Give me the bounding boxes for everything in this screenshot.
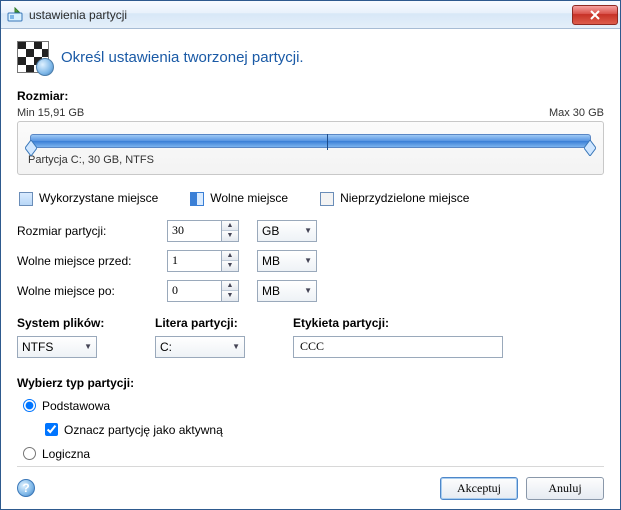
slider-track[interactable] [30,134,591,148]
spin-up-icon[interactable]: ▲ [222,281,238,292]
radio-logical[interactable] [23,447,36,460]
partition-size-input[interactable] [167,220,221,242]
dialog-content: Określ ustawienia tworzonej partycji. Ro… [1,29,620,509]
volume-label-input[interactable] [293,336,503,358]
chevron-down-icon: ▼ [304,286,312,295]
slider-thumb-right[interactable] [584,140,596,156]
checkbox-active-label: Oznacz partycję jako aktywną [64,423,223,437]
radio-primary[interactable] [23,399,36,412]
size-max-label: Max 30 GB [549,107,604,119]
free-before-label: Wolne miejsce przed: [17,254,167,268]
free-before-spinner[interactable]: ▲▼ [167,250,257,272]
help-icon[interactable]: ? [17,479,35,497]
legend-unallocated: Nieprzydzielone miejsce [320,191,469,206]
accept-button[interactable]: Akceptuj [440,477,518,500]
partition-size-label: Rozmiar partycji: [17,224,167,238]
partition-size-unit[interactable]: GB▼ [257,220,317,242]
window-title: ustawienia partycji [29,8,572,22]
filesystem-combo[interactable]: NTFS▼ [17,336,97,358]
spin-down-icon[interactable]: ▼ [222,231,238,241]
chevron-down-icon: ▼ [304,226,312,235]
chevron-down-icon: ▼ [232,342,240,351]
legend-free: Wolne miejsce [190,191,288,206]
spin-up-icon[interactable]: ▲ [222,221,238,232]
wizard-icon [17,41,49,73]
partition-type-label: Wybierz typ partycji: [17,376,604,390]
slider-thumb-left[interactable] [25,140,37,156]
free-before-unit[interactable]: MB▼ [257,250,317,272]
spin-down-icon[interactable]: ▼ [222,261,238,271]
swatch-unallocated-icon [320,192,334,206]
spin-down-icon[interactable]: ▼ [222,291,238,301]
titlebar[interactable]: ustawienia partycji [1,1,620,29]
chevron-down-icon: ▼ [84,342,92,351]
app-icon [7,7,23,23]
free-after-spinner[interactable]: ▲▼ [167,280,257,302]
close-button[interactable] [572,5,618,25]
size-label: Rozmiar: [17,89,604,103]
free-before-input[interactable] [167,250,221,272]
drive-letter-combo[interactable]: C:▼ [155,336,245,358]
partition-size-spinner[interactable]: ▲▼ [167,220,257,242]
close-icon [590,10,600,20]
radio-primary-label: Podstawowa [42,399,110,413]
free-after-input[interactable] [167,280,221,302]
cancel-button[interactable]: Anuluj [526,477,604,500]
dialog-window: ustawienia partycji Określ ustawienia tw… [0,0,621,510]
free-after-unit[interactable]: MB▼ [257,280,317,302]
page-heading: Określ ustawienia tworzonej partycji. [61,49,304,66]
swatch-free-icon [190,192,204,206]
partition-caption: Partycja C:, 30 GB, NTFS [28,154,593,166]
legend-used: Wykorzystane miejsce [19,191,158,206]
size-min-label: Min 15,91 GB [17,107,84,119]
swatch-used-icon [19,192,33,206]
volume-label-label: Etykieta partycji: [293,316,503,330]
used-space-marker [327,134,333,150]
free-after-label: Wolne miejsce po: [17,284,167,298]
spin-up-icon[interactable]: ▲ [222,251,238,262]
checkbox-active[interactable] [45,423,58,436]
drive-letter-label: Litera partycji: [155,316,265,330]
size-slider[interactable]: Partycja C:, 30 GB, NTFS [17,121,604,175]
chevron-down-icon: ▼ [304,256,312,265]
legend: Wykorzystane miejsce Wolne miejsce Niepr… [19,191,602,206]
filesystem-label: System plików: [17,316,127,330]
radio-logical-label: Logiczna [42,447,90,461]
